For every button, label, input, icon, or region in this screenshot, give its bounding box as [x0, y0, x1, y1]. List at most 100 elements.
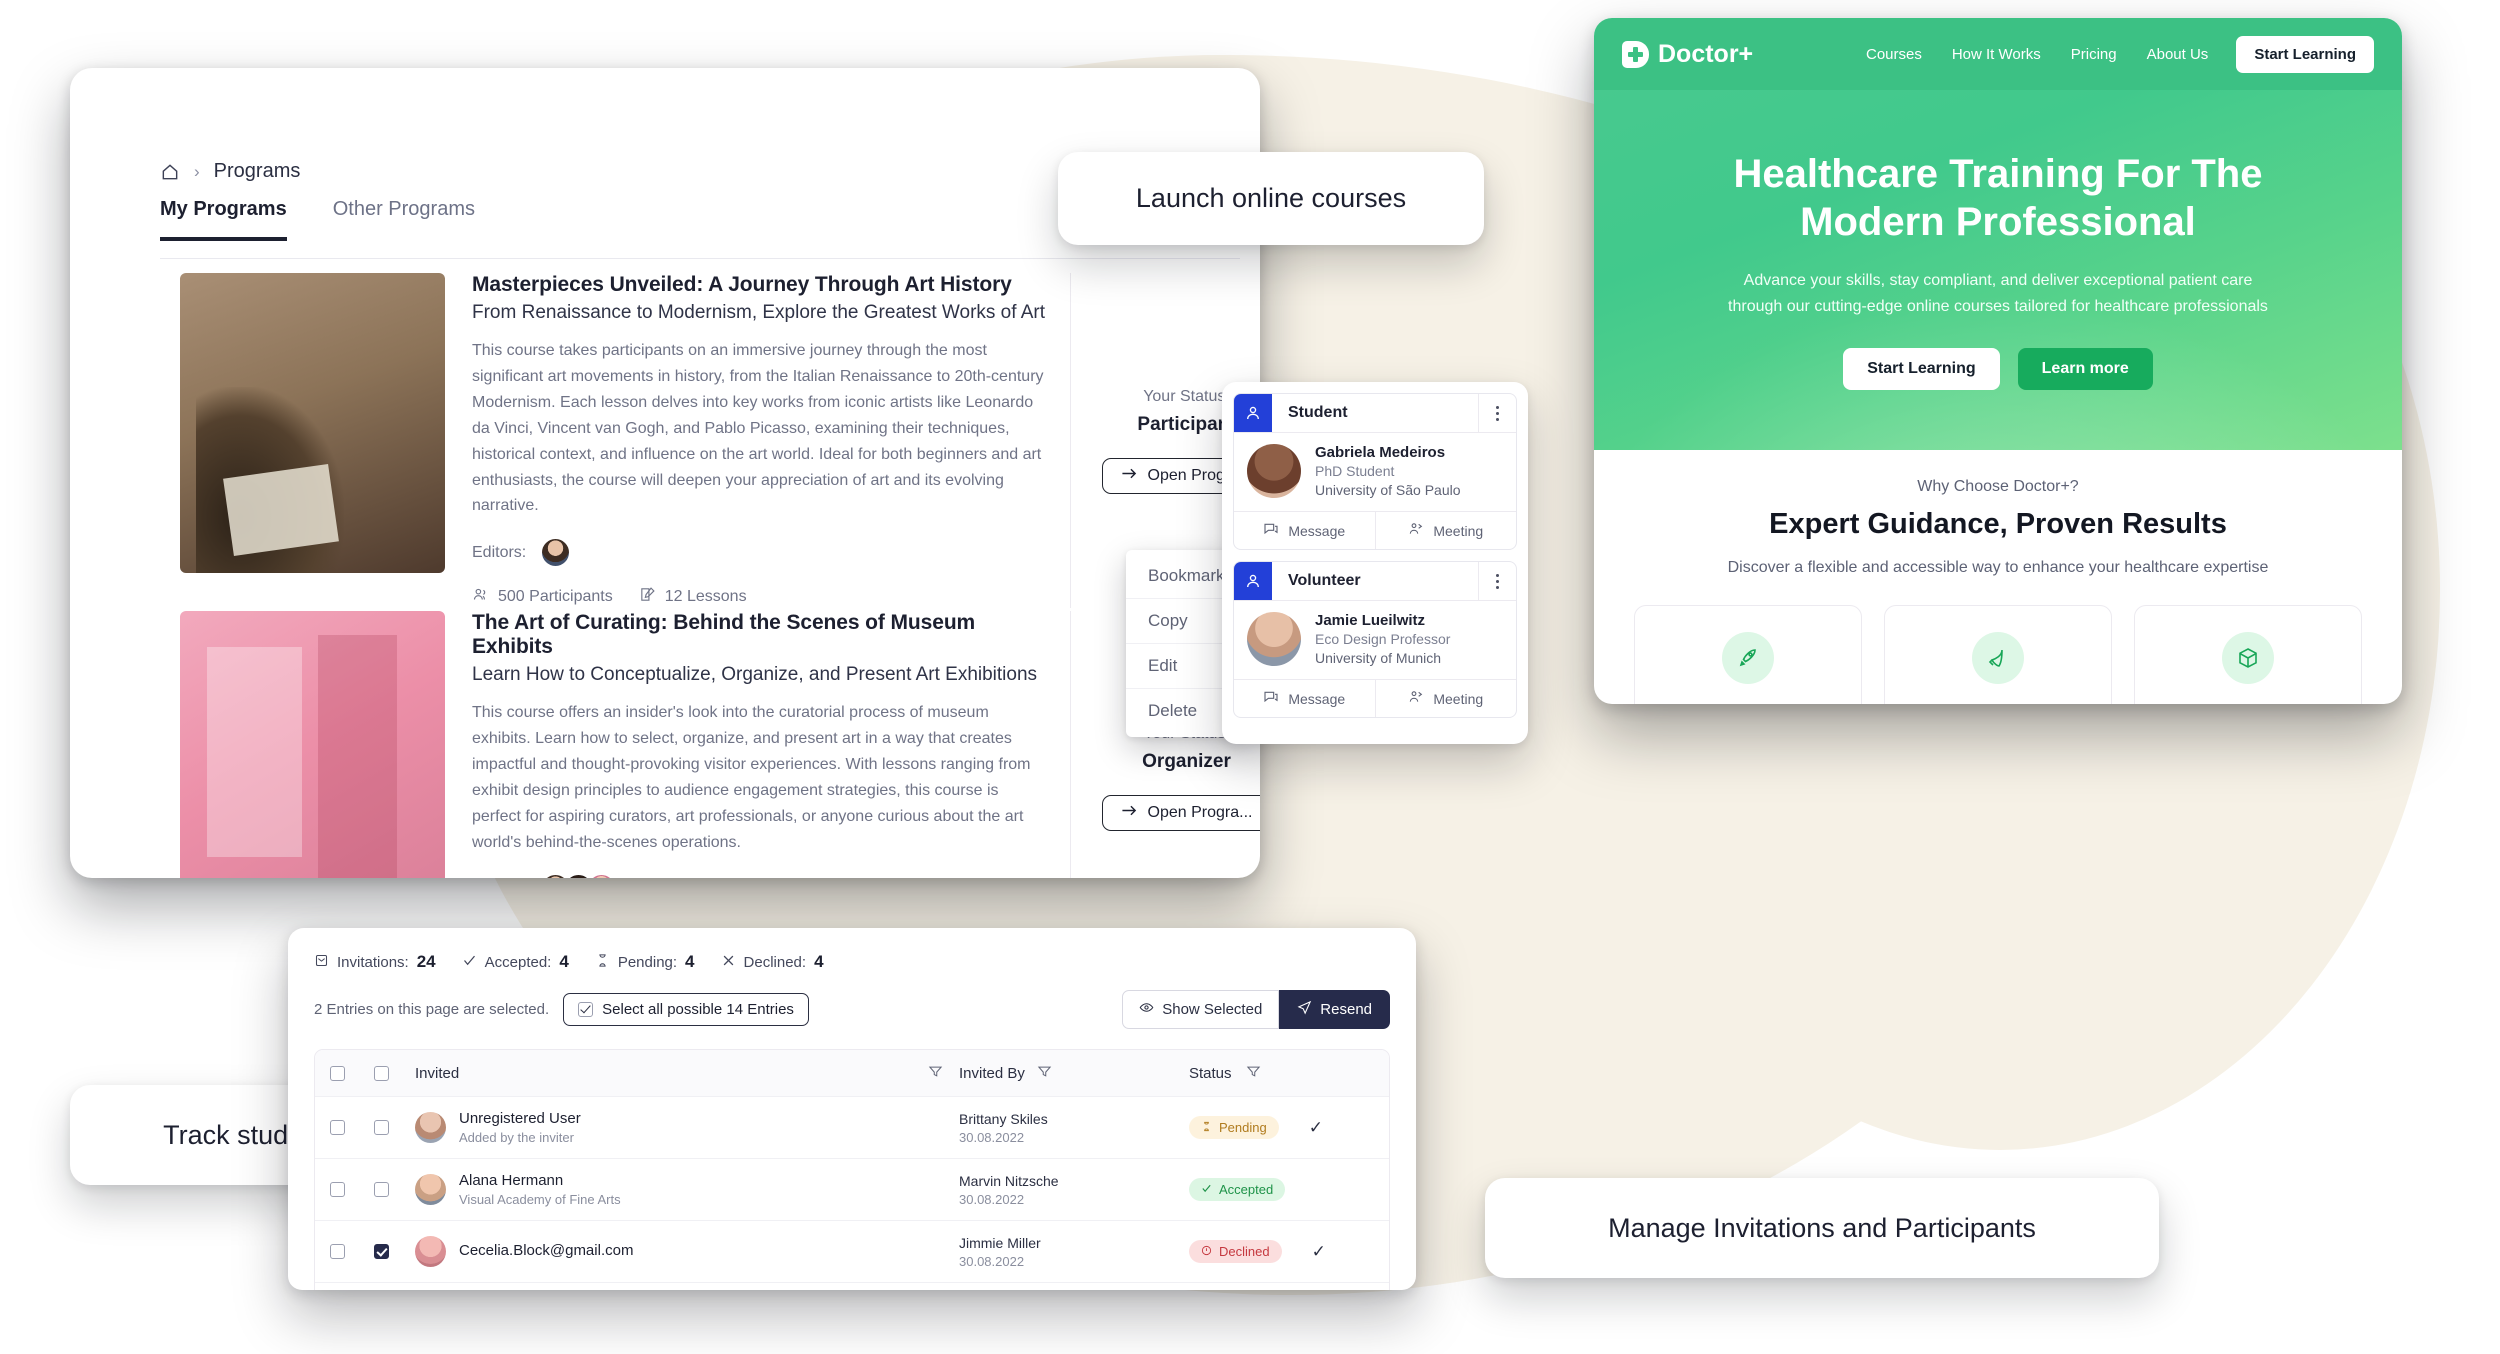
- meeting-button[interactable]: Meeting: [1374, 680, 1517, 717]
- avatar: [415, 1112, 446, 1143]
- person-more-menu-button[interactable]: [1478, 562, 1516, 600]
- x-icon: [721, 953, 736, 972]
- home-icon[interactable]: [160, 162, 180, 182]
- editor-avatars[interactable]: [540, 537, 572, 569]
- tabs-divider: [160, 258, 1240, 259]
- program-card[interactable]: Masterpieces Unveiled: A Journey Through…: [180, 273, 1260, 609]
- row-invited: Unregistered User Added by the inviter: [403, 1110, 959, 1145]
- breadcrumb: › Programs: [160, 160, 300, 183]
- table-row[interactable]: Alana Hermann Visual Academy of Fine Art…: [315, 1158, 1389, 1220]
- brand-name: Doctor+: [1658, 39, 1754, 68]
- header-checkbox-col-1[interactable]: [315, 1065, 359, 1081]
- table-row[interactable]: Cecelia.Block@gmail.com Jimmie Miller 30…: [315, 1220, 1389, 1282]
- row-checkbox-right[interactable]: [359, 1244, 403, 1259]
- selection-info: 2 Entries on this page are selected. Sel…: [314, 993, 809, 1026]
- people-icon: [472, 586, 489, 608]
- hourglass-icon: [1201, 1120, 1212, 1135]
- lesson-edit-icon: [639, 586, 656, 608]
- person-role-label: Student: [1288, 404, 1348, 421]
- inviter-name: Jimmie Miller: [959, 1234, 1041, 1251]
- row-checkbox-left[interactable]: [315, 1182, 359, 1197]
- features-row: 100% Online Learn at your own pace from …: [1594, 577, 2402, 704]
- count-accepted-value: 4: [559, 952, 569, 971]
- select-all-entries-button[interactable]: Select all possible 14 Entries: [563, 993, 809, 1026]
- arrow-right-icon: [1121, 467, 1138, 485]
- nav-link-courses[interactable]: Courses: [1866, 46, 1922, 63]
- box-icon: [2222, 632, 2274, 684]
- resend-button[interactable]: Resend: [1279, 990, 1390, 1029]
- column-status-label: Status: [1189, 1064, 1232, 1082]
- row-invited: Alana Hermann Visual Academy of Fine Art…: [403, 1172, 959, 1207]
- hero-start-learning-button[interactable]: Start Learning: [1843, 348, 2000, 391]
- avatar: [415, 1236, 446, 1267]
- message-icon: [1263, 521, 1279, 540]
- meeting-icon: [1408, 521, 1424, 540]
- row-checkbox-right[interactable]: [359, 1120, 403, 1135]
- open-program-button[interactable]: Open Progra...: [1101, 794, 1260, 831]
- count-invitations-value: 24: [416, 952, 436, 971]
- show-selected-button[interactable]: Show Selected: [1122, 990, 1280, 1029]
- person-more-menu-button[interactable]: [1478, 394, 1516, 432]
- brand-logo[interactable]: Doctor+: [1622, 40, 1753, 69]
- show-selected-label: Show Selected: [1162, 1001, 1263, 1018]
- breadcrumb-current[interactable]: Programs: [214, 160, 301, 183]
- meeting-button[interactable]: Meeting: [1374, 512, 1517, 549]
- tab-other-programs[interactable]: Other Programs: [333, 198, 475, 241]
- hourglass-icon: [595, 953, 610, 972]
- hero-learn-more-button[interactable]: Learn more: [2017, 348, 2153, 391]
- why-choose-section: Why Choose Doctor+? Expert Guidance, Pro…: [1594, 450, 2402, 577]
- person-organization: University of São Paulo: [1315, 482, 1461, 498]
- nav-start-learning-button[interactable]: Start Learning: [2236, 35, 2374, 73]
- declined-icon: [1201, 1244, 1212, 1259]
- tab-my-programs[interactable]: My Programs: [160, 198, 287, 241]
- person-title: PhD Student: [1315, 463, 1395, 479]
- filter-icon[interactable]: [928, 1064, 943, 1083]
- person-role-label: Volunteer: [1288, 572, 1361, 589]
- program-tabs: My Programs Other Programs: [160, 198, 475, 241]
- program-card[interactable]: The Art of Curating: Behind the Scenes o…: [180, 611, 1260, 878]
- count-accepted-label: Accepted:: [484, 953, 552, 971]
- column-invited-label: Invited: [415, 1064, 460, 1082]
- row-checkbox-left[interactable]: [315, 1244, 359, 1259]
- editor-avatars[interactable]: [540, 873, 618, 878]
- invited-meta: Visual Academy of Fine Arts: [459, 1192, 621, 1207]
- nav-link-about-us[interactable]: About Us: [2147, 46, 2209, 63]
- count-pending: Pending: 4: [595, 952, 695, 972]
- program-subtitle: Learn How to Conceptualize, Organize, an…: [472, 664, 1038, 685]
- count-pending-label: Pending:: [617, 953, 678, 971]
- message-icon: [1263, 689, 1279, 708]
- row-checkbox-left[interactable]: [315, 1120, 359, 1135]
- message-button[interactable]: Message: [1234, 680, 1375, 717]
- table-row[interactable]: Estelle Bailey Horizon Academy of Design…: [315, 1282, 1389, 1290]
- resend-label: Resend: [1320, 1001, 1372, 1018]
- row-invited: Cecelia.Block@gmail.com: [403, 1236, 959, 1267]
- header-checkbox-col-2[interactable]: [359, 1065, 403, 1081]
- filter-icon[interactable]: [1246, 1064, 1261, 1083]
- nav-link-how-it-works[interactable]: How It Works: [1952, 46, 2041, 63]
- row-confirm-icon[interactable]: ✓: [1309, 1118, 1323, 1138]
- avatar: [586, 873, 618, 878]
- arrow-right-icon: [1121, 804, 1138, 822]
- inviter-name: Brittany Skiles: [959, 1110, 1048, 1127]
- person-card: Volunteer Jamie Lueilwitz Eco Design Pro…: [1233, 561, 1517, 718]
- message-button[interactable]: Message: [1234, 512, 1375, 549]
- lessons-stat: 12 Lessons: [639, 586, 747, 608]
- nav-link-pricing[interactable]: Pricing: [2071, 46, 2117, 63]
- megaphone-icon: [1972, 632, 2024, 684]
- row-checkbox-right[interactable]: [359, 1182, 403, 1197]
- callout-launch-courses: Launch online courses: [1058, 152, 1484, 245]
- person-card-body: Jamie Lueilwitz Eco Design Professor Uni…: [1234, 600, 1516, 679]
- program-title: The Art of Curating: Behind the Scenes o…: [472, 611, 976, 658]
- person-card-header: Volunteer: [1234, 562, 1516, 600]
- callout-manage-invitations: Manage Invitations and Participants: [1485, 1178, 2159, 1278]
- row-invited-by: Jimmie Miller 30.08.2022: [959, 1235, 1189, 1269]
- table-row[interactable]: Unregistered User Added by the inviter B…: [315, 1096, 1389, 1158]
- person-organization: University of Munich: [1315, 650, 1442, 666]
- invited-name: Alana Hermann: [459, 1172, 564, 1189]
- why-subtitle: Discover a flexible and accessible way t…: [1727, 559, 2269, 576]
- filter-icon[interactable]: [1037, 1064, 1052, 1083]
- program-stats: 500 Participants 12 Lessons: [472, 586, 1050, 608]
- row-confirm-icon[interactable]: ✓: [1312, 1242, 1326, 1262]
- count-invitations: Invitations: 24: [314, 952, 436, 972]
- column-invited-by-label: Invited By: [959, 1064, 1025, 1082]
